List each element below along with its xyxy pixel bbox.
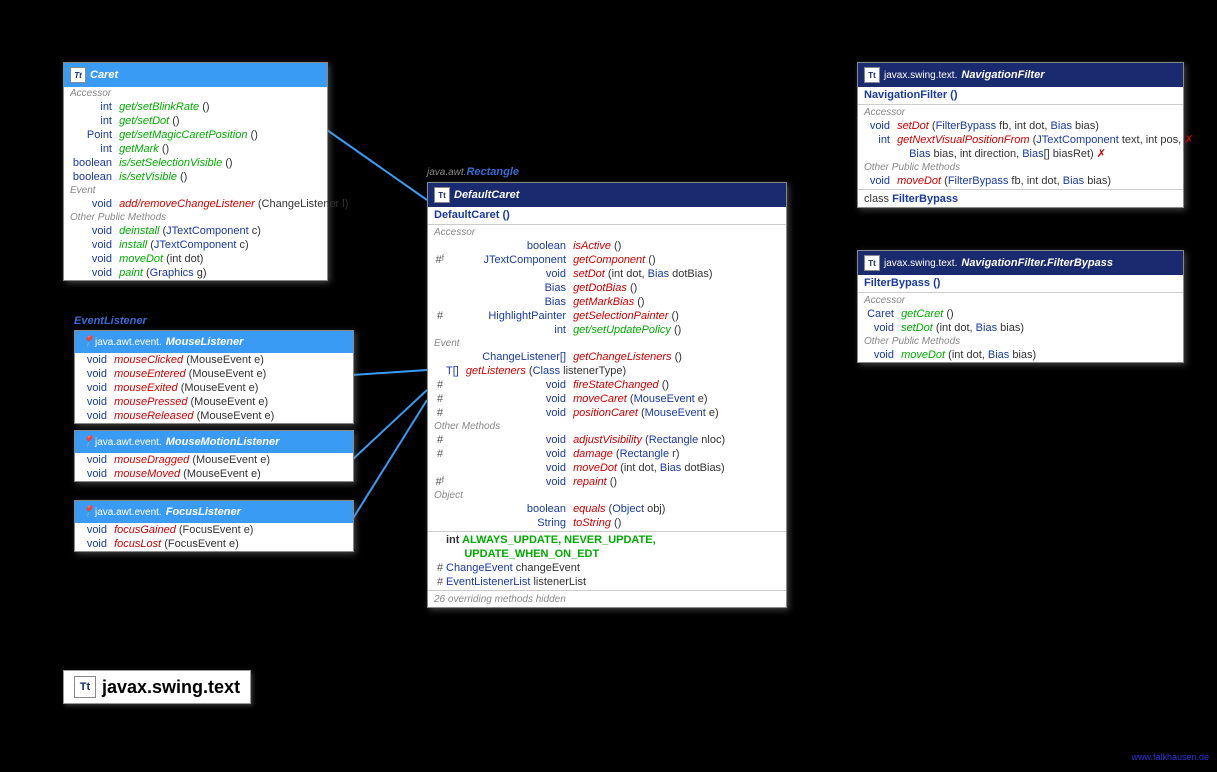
defaultcaret-consts: int ALWAYS_UPDATE, NEVER_UPDATE, UPDATE_…: [428, 533, 786, 561]
eventlistener-label: EventListener: [74, 315, 147, 327]
navfilter-inner: class FilterBypass: [858, 191, 1183, 207]
filterbypass-title: NavigationFilter.FilterBypass: [961, 257, 1113, 269]
caret-accessor-rows: int get/setBlinkRate ()int get/setDot ()…: [64, 100, 327, 184]
filterbypass-box: Tt javax.swing.text. NavigationFilter.Fil…: [857, 250, 1184, 363]
defaultcaret-title: DefaultCaret: [454, 189, 519, 201]
section-accessor: Accessor: [64, 87, 327, 100]
filterbypass-other-rows: void moveDot (int dot, Bias bias): [858, 348, 1183, 362]
section-other: Other Public Methods: [858, 335, 1183, 348]
tt-icon: Tt: [864, 67, 880, 83]
section-other: Other Public Methods: [64, 211, 327, 224]
section-accessor: Accessor: [428, 226, 786, 239]
focuslistener-box: java.awt.event. FocusListener void focusG…: [74, 500, 354, 552]
pkg-label: java.awt.event.: [95, 437, 162, 448]
caret-box: Tt Caret Accessor int get/setBlinkRate (…: [63, 62, 328, 281]
section-other: Other Public Methods: [858, 161, 1183, 174]
mouselistener-title: MouseListener: [166, 336, 244, 348]
defaultcaret-fields: #ChangeEvent changeEvent#EventListenerLi…: [428, 561, 786, 589]
navfilter-other-rows: void moveDot (FilterBypass fb, int dot, …: [858, 174, 1183, 188]
mouselistener-header: java.awt.event. MouseListener: [75, 331, 353, 353]
defaultcaret-accessor-rows: boolean isActive ()#ᶠJTextComponent getC…: [428, 239, 786, 337]
mousemotion-box: java.awt.event. MouseMotionListener void …: [74, 430, 354, 482]
pkg-label: java.awt.event.: [95, 507, 162, 518]
site-link[interactable]: www.falkhausen.de: [1131, 752, 1209, 762]
mousemotion-rows: void mouseDragged (MouseEvent e)void mou…: [75, 453, 353, 481]
caret-title: Caret: [90, 69, 118, 81]
filterbypass-ctor: FilterBypass (): [858, 275, 1183, 291]
caret-event-rows: void add/removeChangeListener (ChangeLis…: [64, 197, 327, 211]
defaultcaret-object-rows: boolean equals (Object obj)String toStri…: [428, 502, 786, 530]
mousemotion-title: MouseMotionListener: [166, 436, 280, 448]
defaultcaret-other-rows: #void adjustVisibility (Rectangle nloc)#…: [428, 433, 786, 489]
navfilter-accessor-rows: void setDot (FilterBypass fb, int dot, B…: [858, 119, 1183, 161]
pkg-label: javax.swing.text.: [884, 258, 957, 269]
tt-icon: Tt: [434, 187, 450, 203]
pkg-label: javax.swing.text.: [884, 70, 957, 81]
rectangle-pkg: java.awt.: [427, 167, 466, 178]
pin-icon: [81, 435, 91, 449]
package-name: javax.swing.text: [102, 677, 240, 698]
mouselistener-box: java.awt.event. MouseListener void mouseC…: [74, 330, 354, 424]
focuslistener-header: java.awt.event. FocusListener: [75, 501, 353, 523]
navfilter-header: Tt javax.swing.text. NavigationFilter: [858, 63, 1183, 87]
caret-header: Tt Caret: [64, 63, 327, 87]
filterbypass-accessor-rows: Caret getCaret ()void setDot (int dot, B…: [858, 307, 1183, 335]
defaultcaret-box: Tt DefaultCaret DefaultCaret () Accessor…: [427, 182, 787, 608]
package-label: Tt javax.swing.text: [63, 670, 251, 704]
tt-icon: Tt: [70, 67, 86, 83]
tt-icon: Tt: [864, 255, 880, 271]
tt-icon: Tt: [74, 676, 96, 698]
focuslistener-title: FocusListener: [166, 506, 241, 518]
section-object: Object: [428, 489, 786, 502]
navfilter-title: NavigationFilter: [961, 69, 1044, 81]
section-event: Event: [428, 337, 786, 350]
mousemotion-header: java.awt.event. MouseMotionListener: [75, 431, 353, 453]
pkg-label: java.awt.event.: [95, 337, 162, 348]
section-accessor: Accessor: [858, 294, 1183, 307]
section-accessor: Accessor: [858, 106, 1183, 119]
caret-other-rows: void deinstall (JTextComponent c)void in…: [64, 224, 327, 280]
navfilter-ctor: NavigationFilter (): [858, 87, 1183, 103]
rectangle-label: java.awt.Rectangle: [427, 166, 519, 178]
defaultcaret-header: Tt DefaultCaret: [428, 183, 786, 207]
pin-icon: [81, 505, 91, 519]
filterbypass-header: Tt javax.swing.text. NavigationFilter.Fil…: [858, 251, 1183, 275]
section-other: Other Methods: [428, 420, 786, 433]
defaultcaret-footer: 26 overriding methods hidden: [428, 592, 786, 607]
focuslistener-rows: void focusGained (FocusEvent e)void focu…: [75, 523, 353, 551]
mouselistener-rows: void mouseClicked (MouseEvent e)void mou…: [75, 353, 353, 423]
section-event: Event: [64, 184, 327, 197]
navfilter-box: Tt javax.swing.text. NavigationFilter Nav…: [857, 62, 1184, 208]
rectangle-cls: Rectangle: [466, 166, 519, 178]
pin-icon: [81, 335, 91, 349]
defaultcaret-event-rows: ChangeListener[] getChangeListeners () T…: [428, 350, 786, 420]
defaultcaret-ctor: DefaultCaret (): [428, 207, 786, 223]
